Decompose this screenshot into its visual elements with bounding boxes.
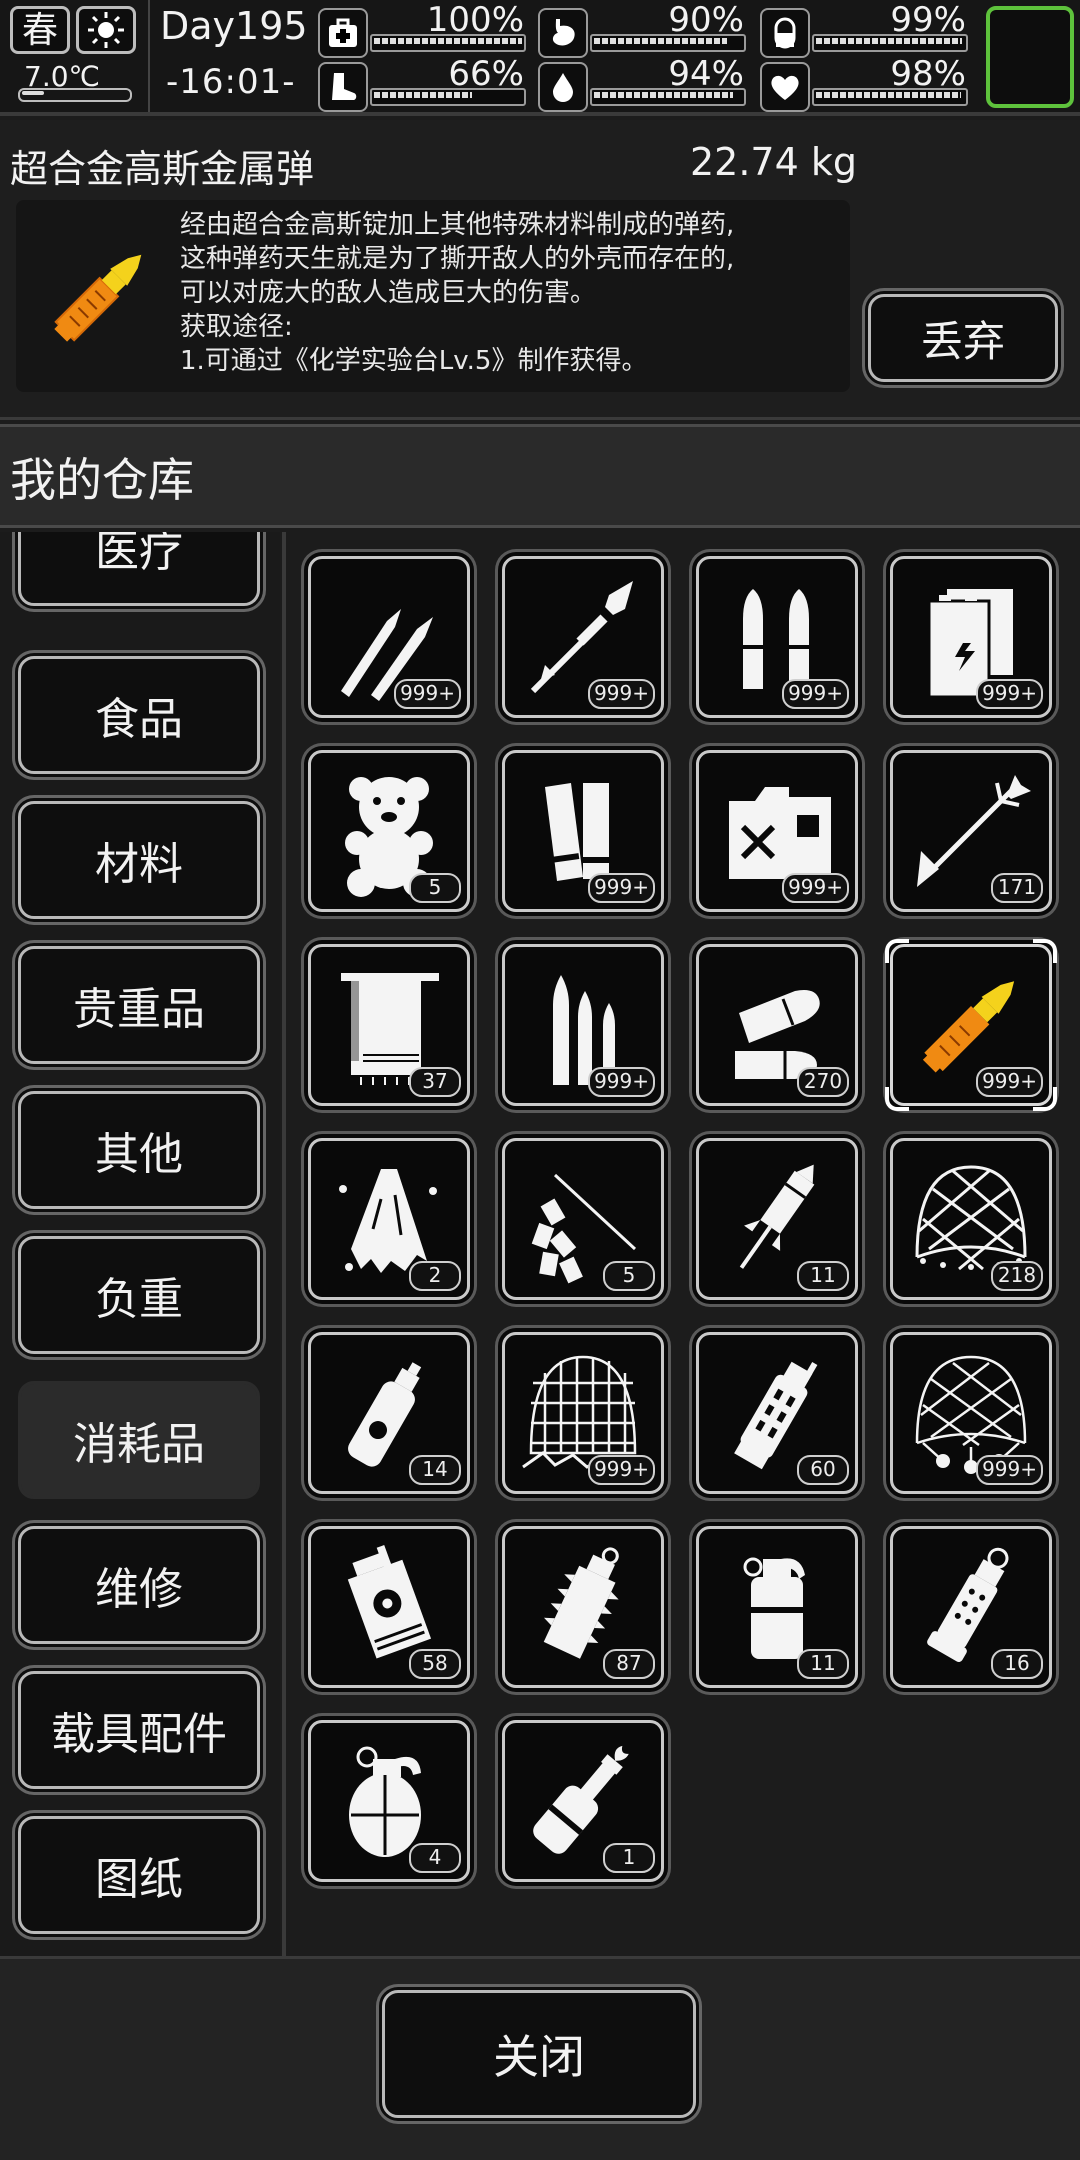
item-count-badge: 999+: [782, 873, 849, 903]
item-slot[interactable]: 5: [502, 1138, 664, 1300]
item-slot[interactable]: 218: [890, 1138, 1052, 1300]
item-slot[interactable]: 16: [890, 1526, 1052, 1688]
item-slot[interactable]: 37: [308, 944, 470, 1106]
item-count-badge: 999+: [588, 873, 655, 903]
item-count-badge: 999+: [782, 679, 849, 709]
item-count-badge: 11: [797, 1261, 849, 1291]
item-slot[interactable]: 5: [308, 750, 470, 912]
sun-icon: [76, 6, 136, 54]
item-slot[interactable]: 999+: [696, 750, 858, 912]
category-blueprints[interactable]: 图纸: [18, 1816, 260, 1934]
item-slot[interactable]: 87: [502, 1526, 664, 1688]
item-slot[interactable]: 999+: [696, 556, 858, 718]
temperature-gauge: 7.0℃: [10, 58, 138, 108]
selection-corner: [1033, 939, 1057, 963]
item-slot[interactable]: 999+: [502, 1332, 664, 1494]
stomach-icon: [538, 8, 588, 58]
drop-button[interactable]: 丢弃: [868, 294, 1058, 382]
item-count-badge: 999+: [976, 679, 1043, 709]
category-other[interactable]: 其他: [18, 1091, 260, 1209]
pill-icon: [760, 8, 810, 58]
category-vehicle-parts[interactable]: 载具配件: [18, 1671, 260, 1789]
boot-icon: [318, 62, 368, 112]
category-consumables[interactable]: 消耗品: [18, 1381, 260, 1499]
item-slot[interactable]: 2: [308, 1138, 470, 1300]
hunger-stat: 90%: [538, 0, 748, 58]
item-name: 超合金高斯金属弹: [10, 147, 315, 191]
item-slot[interactable]: 999+: [885, 939, 1057, 1111]
water-drop-icon: [538, 62, 588, 112]
item-count-badge: 4: [409, 1843, 461, 1873]
stamina-stat: 66%: [318, 54, 528, 112]
item-count-badge: 999+: [976, 1455, 1043, 1485]
item-slot[interactable]: 270: [696, 944, 858, 1106]
close-button[interactable]: 关闭: [382, 1990, 696, 2118]
item-slot[interactable]: 60: [696, 1332, 858, 1494]
selection-corner: [1033, 1087, 1057, 1111]
item-slot[interactable]: 14: [308, 1332, 470, 1494]
category-sidebar[interactable]: 医疗 食品 材料 贵重品 其他 负重 消耗品 维修 载具配件 图纸: [0, 532, 280, 1956]
item-count-badge: 270: [797, 1067, 849, 1097]
pill-stat: 99%: [760, 0, 970, 58]
item-count-badge: 218: [991, 1261, 1043, 1291]
item-slot[interactable]: 999+: [502, 750, 664, 912]
item-slot[interactable]: 4: [308, 1720, 470, 1882]
item-slot[interactable]: 11: [696, 1138, 858, 1300]
divider: [148, 0, 150, 112]
item-count-badge: 999+: [588, 1455, 655, 1485]
item-count-badge: 5: [409, 873, 461, 903]
item-count-badge: 171: [991, 873, 1043, 903]
item-count-badge: 1: [603, 1843, 655, 1873]
item-count-badge: 999+: [588, 679, 655, 709]
item-count-badge: 16: [991, 1649, 1043, 1679]
item-count-badge: 2: [409, 1261, 461, 1291]
category-carry[interactable]: 负重: [18, 1236, 260, 1354]
category-materials[interactable]: 材料: [18, 801, 260, 919]
item-count-badge: 999+: [588, 1067, 655, 1097]
day-counter: Day195: [160, 4, 308, 48]
item-count-badge: 37: [409, 1067, 461, 1097]
item-count-badge: 999+: [394, 679, 461, 709]
item-count-badge: 87: [603, 1649, 655, 1679]
item-slot[interactable]: 171: [890, 750, 1052, 912]
category-valuables[interactable]: 贵重品: [18, 946, 260, 1064]
item-weight: 22.74 kg: [690, 140, 857, 184]
mood-stat: 98%: [760, 54, 970, 112]
item-count-badge: 5: [603, 1261, 655, 1291]
item-slot[interactable]: 999+: [890, 556, 1052, 718]
selection-corner: [885, 939, 909, 963]
item-slot[interactable]: 11: [696, 1526, 858, 1688]
medkit-icon: [318, 8, 368, 58]
warehouse-title: 我的仓库: [10, 453, 194, 507]
item-slot[interactable]: 58: [308, 1526, 470, 1688]
category-food[interactable]: 食品: [18, 656, 260, 774]
item-count-badge: 60: [797, 1455, 849, 1485]
item-slot[interactable]: 999+: [502, 944, 664, 1106]
item-slot[interactable]: 999+: [308, 556, 470, 718]
item-count-badge: 58: [409, 1649, 461, 1679]
item-description: 经由超合金高斯锭加上其他特殊材料制成的弹药, 这种弹药天生就是为了撕开敌人的外壳…: [180, 210, 735, 376]
gauss-round-icon: [36, 230, 166, 360]
selection-corner: [885, 1087, 909, 1111]
health-stat: 100%: [318, 0, 528, 58]
item-slot[interactable]: 1: [502, 1720, 664, 1882]
heart-icon: [760, 62, 810, 112]
thirst-stat: 94%: [538, 54, 748, 112]
game-clock: -16:01-: [166, 62, 296, 102]
season-indicator: 春: [10, 6, 70, 54]
item-count-badge: 11: [797, 1649, 849, 1679]
quick-slot-button[interactable]: [986, 6, 1074, 108]
item-slot[interactable]: 999+: [890, 1332, 1052, 1494]
category-medical[interactable]: 医疗: [18, 532, 260, 606]
item-count-badge: 14: [409, 1455, 461, 1485]
category-repair[interactable]: 维修: [18, 1526, 260, 1644]
item-slot[interactable]: 999+: [502, 556, 664, 718]
